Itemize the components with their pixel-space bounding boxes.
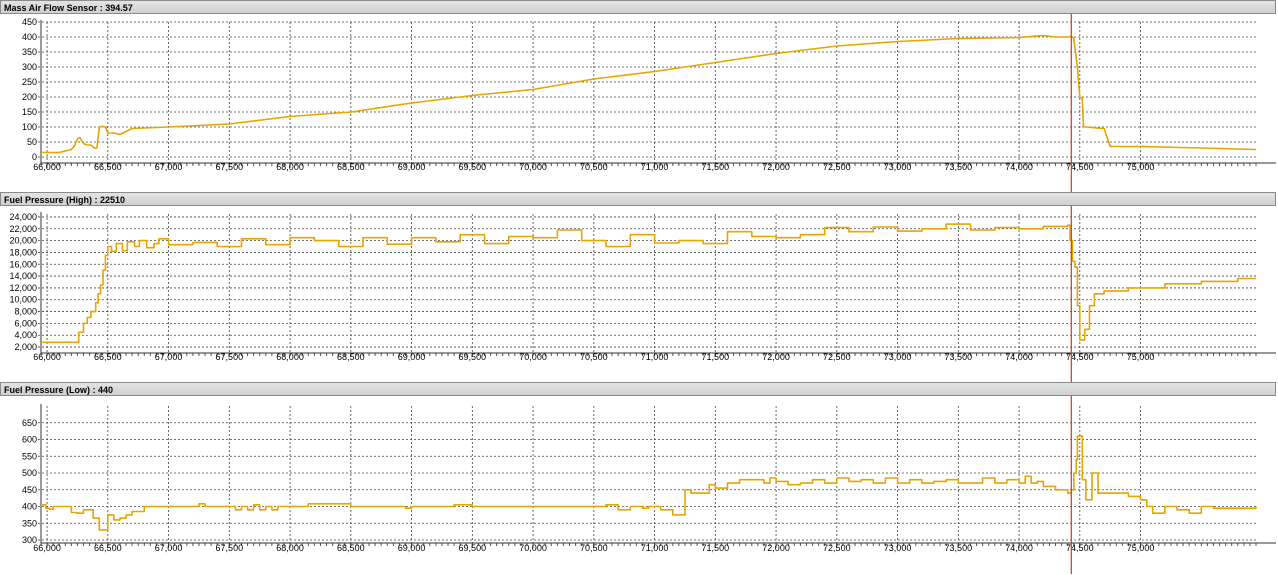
y-tick-label: 18,000 xyxy=(9,247,37,257)
y-tick-label: 650 xyxy=(22,418,37,428)
y-tick-label: 150 xyxy=(22,107,37,117)
y-tick-label: 10,000 xyxy=(9,295,37,305)
y-tick-label: 450 xyxy=(22,17,37,27)
x-tick-label: 74,500 xyxy=(1066,543,1094,553)
x-tick-label: 69,000 xyxy=(398,543,426,553)
x-tick-label: 75,000 xyxy=(1127,543,1155,553)
y-tick-label: 400 xyxy=(22,32,37,42)
data-log-viewer: Mass Air Flow Sensor : 394.57 66,000 66,5… xyxy=(0,0,1278,575)
y-tick-label: 250 xyxy=(22,77,37,87)
chart-fuel-pressure-low[interactable]: 66,000 66,500 67,000 67,500 68,000 68,500 69,0… xyxy=(0,396,1278,575)
x-tick-label: 73,500 xyxy=(945,543,973,553)
x-tick-label: 67,500 xyxy=(216,543,244,553)
panel-title: Fuel Pressure (Low) : 440 xyxy=(0,382,1276,396)
y-tick-label: 50 xyxy=(27,137,37,147)
chart-fuel-pressure-high[interactable]: 66,000 66,500 67,000 67,500 68,000 68,500 69,0… xyxy=(0,206,1278,382)
y-tick-label: 400 xyxy=(22,502,37,512)
x-tick-label: 71,500 xyxy=(702,543,730,553)
panel-title: Mass Air Flow Sensor : 394.57 xyxy=(0,0,1276,14)
panel-fuel-pressure-low: Fuel Pressure (Low) : 440 66,000 66,500 67… xyxy=(0,382,1278,575)
y-tick-label: 0 xyxy=(32,152,37,162)
y-tick-label: 450 xyxy=(22,485,37,495)
y-tick-label: 350 xyxy=(22,47,37,57)
y-tick-label: 4,000 xyxy=(14,330,37,340)
y-tick-label: 300 xyxy=(22,62,37,72)
y-tick-label: 550 xyxy=(22,451,37,461)
y-tick-label: 600 xyxy=(22,435,37,445)
x-tick-label: 68,000 xyxy=(276,543,304,553)
x-tick-label: 66,500 xyxy=(94,543,122,553)
chart-mass-air-flow[interactable]: 66,000 66,500 67,000 67,500 68,000 68,500 69,0… xyxy=(0,14,1278,192)
y-tick-label: 500 xyxy=(22,468,37,478)
x-tick-label: 70,000 xyxy=(519,543,547,553)
x-tick-label: 74,000 xyxy=(1005,543,1033,553)
y-tick-label: 200 xyxy=(22,92,37,102)
x-tick-label: 72,000 xyxy=(762,543,790,553)
y-tick-label: 6,000 xyxy=(14,318,37,328)
x-tick-label: 70,500 xyxy=(580,543,608,553)
x-tick-label: 66,000 xyxy=(33,543,61,553)
x-tick-label: 73,000 xyxy=(884,543,912,553)
x-tick-label: 69,500 xyxy=(459,543,487,553)
x-tick-label: 67,000 xyxy=(155,543,183,553)
x-tick-label: 71,000 xyxy=(641,543,669,553)
series-line xyxy=(41,223,1256,344)
y-tick-label: 300 xyxy=(22,535,37,545)
y-tick-label: 8,000 xyxy=(14,307,37,317)
panel-mass-air-flow: Mass Air Flow Sensor : 394.57 66,000 66,5… xyxy=(0,0,1278,192)
panel-fuel-pressure-high: Fuel Pressure (High) : 22510 66,000 66,50… xyxy=(0,192,1278,382)
y-tick-label: 24,000 xyxy=(9,212,37,222)
y-tick-label: 350 xyxy=(22,518,37,528)
y-tick-label: 2,000 xyxy=(14,342,37,352)
y-tick-label: 20,000 xyxy=(9,236,37,246)
y-tick-label: 16,000 xyxy=(9,259,37,269)
y-tick-label: 14,000 xyxy=(9,271,37,281)
series-line xyxy=(41,34,1257,154)
series-line xyxy=(41,435,1257,531)
x-tick-label: 72,500 xyxy=(823,543,851,553)
y-tick-label: 100 xyxy=(22,122,37,132)
x-tick-label: 68,500 xyxy=(337,543,365,553)
y-tick-label: 12,000 xyxy=(9,283,37,293)
y-tick-label: 22,000 xyxy=(9,224,37,234)
panel-title: Fuel Pressure (High) : 22510 xyxy=(0,192,1276,206)
